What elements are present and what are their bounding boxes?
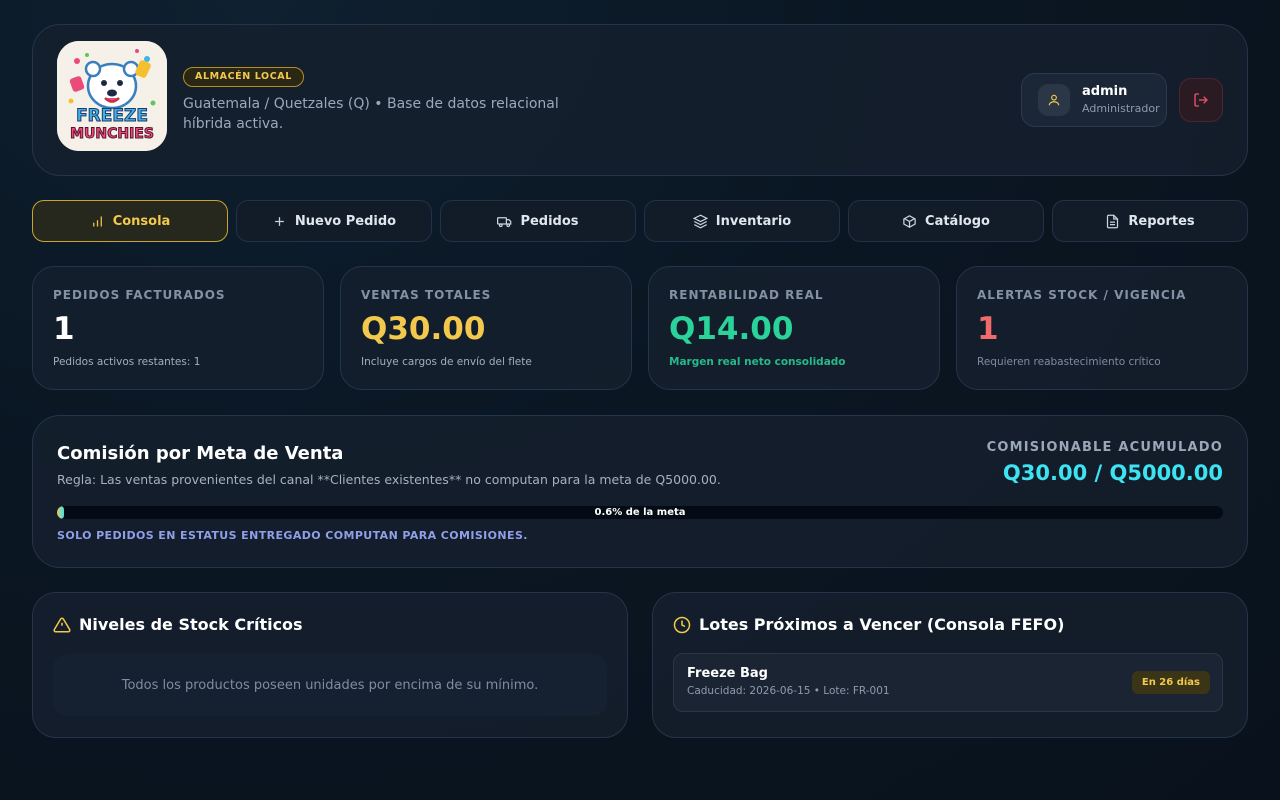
stat-card-ventas: VENTAS TOTALES Q30.00 Incluye cargos de … [340,266,632,390]
fefo-panel: Lotes Próximos a Vencer (Consola FEFO) F… [652,592,1248,738]
logo-word-munchies: MUNCHIES [70,126,155,143]
stock-empty-message: Todos los productos poseen unidades por … [53,654,607,716]
commission-note: SOLO PEDIDOS EN ESTATUS ENTREGADO COMPUT… [57,529,528,542]
plus-icon [275,216,284,226]
box-icon [903,214,916,228]
user-profile[interactable]: admin Administrador [1021,73,1167,127]
tab-label: Pedidos [520,213,579,229]
tab-pedidos[interactable]: Pedidos [440,200,636,242]
stock-panel-title: Niveles de Stock Críticos [79,615,303,634]
stat-card-alertas: ALERTAS STOCK / VIGENCIA 1 Requieren rea… [956,266,1248,390]
layers-icon [692,214,708,228]
stat-card-pedidos: PEDIDOS FACTURADOS 1 Pedidos activos res… [32,266,324,390]
stat-card-rentabilidad: RENTABILIDAD REAL Q14.00 Margen real net… [648,266,940,390]
header-subtitle: Guatemala / Quetzales (Q) • Base de dato… [183,96,559,132]
stat-label: PEDIDOS FACTURADOS [53,288,226,302]
logout-icon [1194,93,1208,107]
lot-name: Freeze Bag [687,666,768,681]
commission-card: Comisión por Meta de Venta Regla: Las ve… [32,415,1248,568]
accumulated-value: Q30.00 / Q5000.00 [1002,461,1223,485]
logout-button[interactable] [1179,78,1223,122]
tab-label: Inventario [715,213,792,229]
stat-label: VENTAS TOTALES [361,288,492,302]
lot-meta: Caducidad: 2026-06-15 • Lote: FR-001 [687,685,890,697]
tab-label: Catálogo [925,213,990,229]
stat-value: Q14.00 [669,311,794,347]
stat-note: Requieren reabastecimiento crítico [977,356,1161,368]
tab-nuevo-pedido[interactable]: Nuevo Pedido [236,200,432,242]
expiry-badge: En 26 días [1131,671,1210,694]
warning-icon [53,616,71,632]
tab-consola[interactable]: Consola [32,200,228,242]
user-name: admin [1082,84,1128,99]
stat-value: 1 [977,311,999,347]
bar-chart-icon [92,216,102,226]
truck-icon [497,216,512,227]
fefo-panel-title: Lotes Próximos a Vencer (Consola FEFO) [699,615,1065,634]
tab-label: Reportes [1128,213,1195,229]
header-card: FREEZE MUNCHIES ALMACÉN LOCAL Guatemala … [32,24,1248,176]
tab-inventario[interactable]: Inventario [644,200,840,242]
panel-title: Niveles de Stock Críticos [53,615,303,634]
freeze-munchies-logo: FREEZE MUNCHIES [57,41,167,151]
commission-title: Comisión por Meta de Venta [57,443,344,464]
logo-word-freeze: FREEZE [76,106,149,126]
stock-critical-panel: Niveles de Stock Críticos Todos los prod… [32,592,628,738]
stat-note: Pedidos activos restantes: 1 [53,356,201,368]
tab-label: Consola [112,213,171,229]
commission-rule: Regla: Las ventas provenientes del canal… [57,472,721,487]
stat-note: Margen real neto consolidado [669,356,846,368]
tab-reportes[interactable]: Reportes [1052,200,1248,242]
clock-icon [673,616,691,633]
stat-note: Incluye cargos de envío del flete [361,356,532,368]
file-icon [1107,214,1119,228]
store-badge: ALMACÉN LOCAL [183,67,304,87]
user-icon [1038,84,1070,116]
stat-value: Q30.00 [361,311,486,347]
stat-value: 1 [53,311,75,347]
lot-item[interactable]: Freeze Bag Caducidad: 2026-06-15 • Lote:… [673,653,1223,712]
progress-label: 0.6% de la meta [594,507,686,518]
accumulated-label: COMISIONABLE ACUMULADO [986,440,1223,455]
panel-title: Lotes Próximos a Vencer (Consola FEFO) [673,615,1064,634]
stat-label: ALERTAS STOCK / VIGENCIA [977,288,1187,302]
stat-label: RENTABILIDAD REAL [669,288,824,302]
user-role: Administrador [1082,102,1160,115]
tab-label: Nuevo Pedido [294,213,397,229]
tab-catalogo[interactable]: Catálogo [848,200,1044,242]
